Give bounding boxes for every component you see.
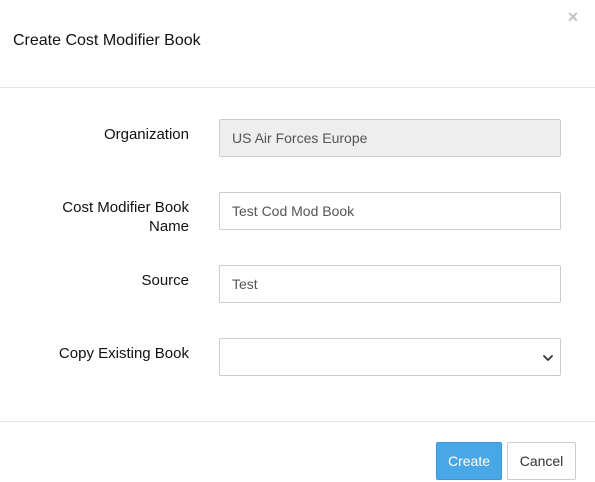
modal-header: Create Cost Modifier Book × [0, 0, 595, 88]
modal-footer: Create Cancel [0, 421, 595, 482]
copy-existing-select[interactable] [219, 338, 561, 376]
source-input[interactable]: Test [219, 265, 561, 303]
organization-label: Organization [103, 126, 189, 143]
source-label: Source [141, 272, 189, 289]
book-name-input[interactable]: Test Cod Mod Book [219, 192, 561, 230]
book-name-label-line1: Cost Modifier Book [62, 199, 189, 216]
book-name-label: Cost Modifier Book Name [9, 198, 189, 236]
create-button[interactable]: Create [436, 442, 502, 480]
modal-title: Create Cost Modifier Book [13, 32, 201, 49]
cancel-button[interactable]: Cancel [507, 442, 576, 480]
organization-field: US Air Forces Europe [219, 119, 561, 157]
create-cost-modifier-book-dialog: Create Cost Modifier Book × Organization… [0, 0, 595, 482]
close-icon[interactable]: × [565, 8, 581, 26]
book-name-label-line2: Name [148, 218, 189, 235]
chevron-down-icon [543, 355, 553, 361]
copy-existing-label: Copy Existing Book [58, 345, 189, 362]
